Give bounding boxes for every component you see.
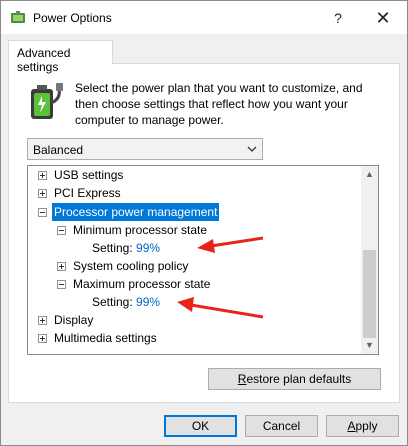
power-options-window: Power Options ? ✕ Advanced settings Sele…	[0, 0, 408, 446]
expand-icon[interactable]	[38, 171, 47, 180]
close-button[interactable]: ✕	[363, 5, 403, 31]
power-plan-value: Balanced	[33, 143, 84, 157]
tree-item-label: Multimedia settings	[54, 331, 157, 345]
scroll-down-icon[interactable]: ▼	[361, 337, 378, 354]
power-plan-dropdown[interactable]: Balanced	[27, 138, 263, 160]
button-label: estore plan defaults	[246, 372, 352, 386]
button-label: pply	[355, 419, 378, 433]
expand-icon[interactable]	[38, 189, 47, 198]
power-options-icon	[11, 11, 25, 23]
tree-item-label: USB settings	[54, 168, 124, 182]
tree-item-label: Maximum processor state	[73, 277, 211, 291]
access-key: A	[347, 419, 356, 433]
scroll-up-icon[interactable]: ▲	[361, 166, 378, 183]
expand-icon[interactable]	[38, 334, 47, 343]
expand-icon[interactable]	[38, 316, 47, 325]
tree-item-min-setting[interactable]: Setting: 99%	[92, 239, 160, 257]
tab-label: Advanced settings	[17, 46, 71, 74]
collapse-icon[interactable]	[57, 226, 66, 235]
cancel-button[interactable]: Cancel	[245, 415, 318, 437]
tree-item-label: PCI Express	[54, 186, 121, 200]
battery-plug-icon	[31, 83, 63, 119]
collapse-icon[interactable]	[38, 208, 47, 217]
tree-item-label: Minimum processor state	[73, 223, 208, 237]
setting-value[interactable]: 99%	[136, 295, 160, 309]
collapse-icon[interactable]	[57, 280, 66, 289]
setting-value[interactable]: 99%	[136, 241, 160, 255]
tree-item-label: System cooling policy	[73, 259, 189, 273]
expand-icon[interactable]	[57, 262, 66, 271]
help-button[interactable]: ?	[323, 5, 353, 31]
ok-button[interactable]: OK	[164, 415, 237, 437]
apply-button[interactable]: Apply	[326, 415, 399, 437]
instructions-text: Select the power plan that you want to c…	[75, 81, 363, 127]
setting-label: Setting:	[92, 241, 137, 255]
window-title: Power Options	[33, 11, 112, 25]
tree-item-label: Display	[54, 313, 94, 327]
tree-item-max-setting[interactable]: Setting: 99%	[92, 293, 160, 311]
title-bar: Power Options ? ✕	[1, 1, 407, 34]
tree-item-label: Processor power management	[52, 203, 220, 221]
vertical-scrollbar[interactable]: ▲ ▼	[361, 166, 378, 354]
tab-advanced-settings[interactable]: Advanced settings	[8, 40, 113, 74]
settings-tree[interactable]: USB settings PCI Express Processor power…	[27, 165, 379, 355]
restore-plan-defaults-button[interactable]: Restore plan defaults	[208, 368, 381, 390]
scrollbar-thumb[interactable]	[363, 250, 376, 338]
chevron-down-icon	[247, 146, 257, 152]
setting-label: Setting:	[92, 295, 137, 309]
